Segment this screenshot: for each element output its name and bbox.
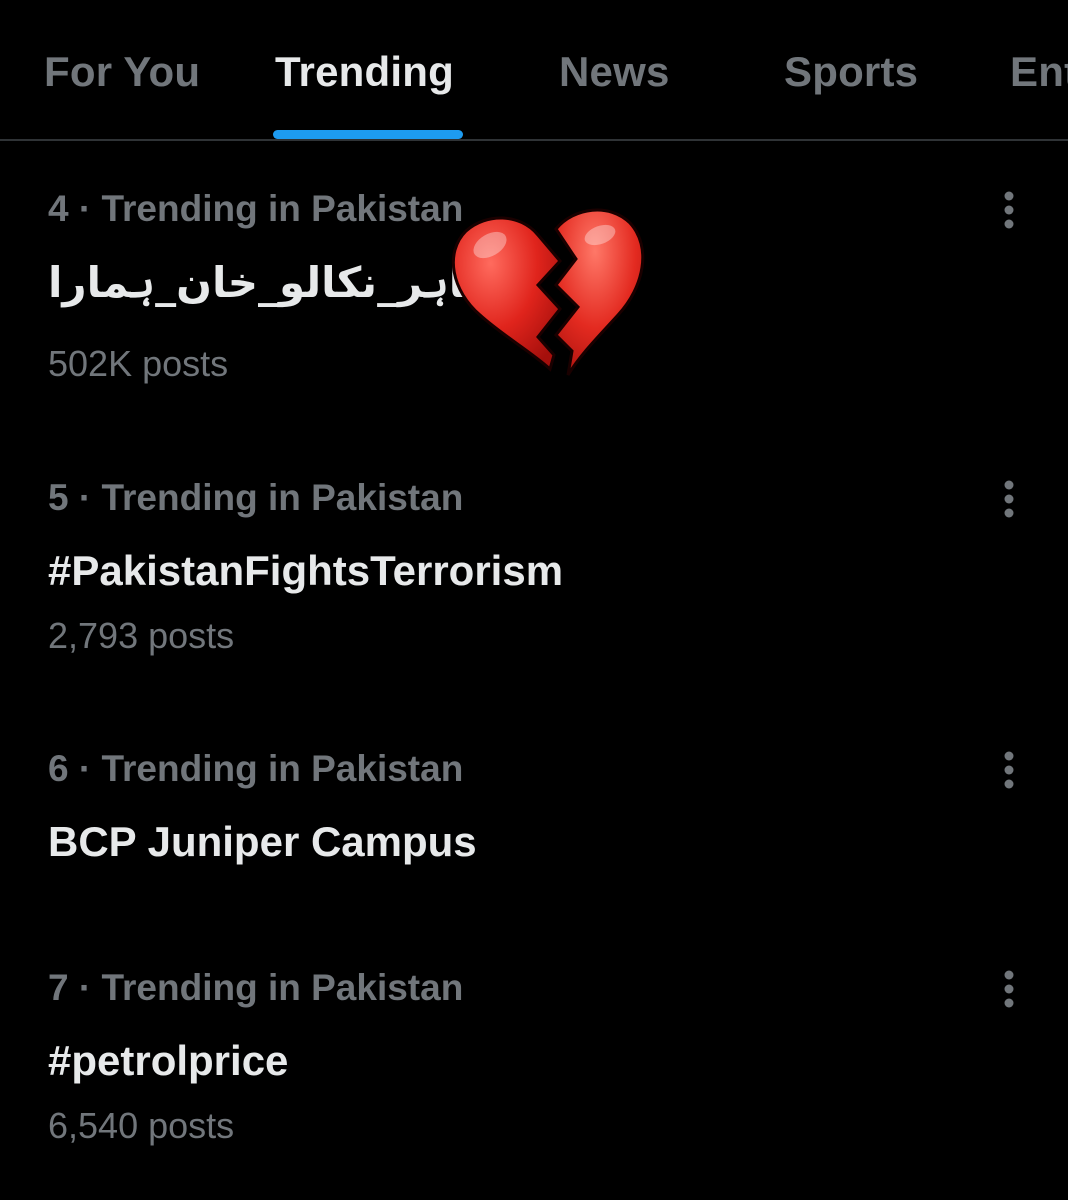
trend-post-count: 2,793 posts <box>48 615 235 656</box>
trend-topic: #petrolprice <box>48 1037 289 1084</box>
trend-item[interactable]: 5 · Trending in Pakistan #PakistanFights… <box>0 477 1068 667</box>
tab-entertainment[interactable]: Ent <box>1010 48 1068 96</box>
tab-news[interactable]: News <box>559 48 670 96</box>
more-vertical-icon[interactable] <box>990 969 1028 1009</box>
active-tab-indicator <box>273 130 463 139</box>
trend-post-count: 6,540 posts <box>48 1105 235 1146</box>
trend-topic: #باہر_نکالو_خان_ہمارا <box>48 258 516 307</box>
trend-meta: 5 · Trending in Pakistan <box>48 477 464 518</box>
more-vertical-icon[interactable] <box>990 479 1028 519</box>
tab-for-you[interactable]: For You <box>44 48 200 96</box>
trend-topic: BCP Juniper Campus <box>48 818 477 865</box>
broken-heart-icon <box>451 208 645 376</box>
tab-sports[interactable]: Sports <box>784 48 918 96</box>
trend-item[interactable]: 7 · Trending in Pakistan #petrolprice 6,… <box>0 967 1068 1157</box>
trend-item[interactable]: 6 · Trending in Pakistan BCP Juniper Cam… <box>0 748 1068 898</box>
trend-topic: #PakistanFightsTerrorism <box>48 547 564 594</box>
trend-post-count: 502K posts <box>48 343 229 384</box>
trend-meta: 6 · Trending in Pakistan <box>48 748 464 789</box>
trend-meta: 7 · Trending in Pakistan <box>48 967 464 1008</box>
trend-meta: 4 · Trending in Pakistan <box>48 188 464 229</box>
tab-trending[interactable]: Trending <box>275 48 454 96</box>
explore-screen: For You Trending News Sports Ent 4 · Tre… <box>0 0 1068 1200</box>
more-vertical-icon[interactable] <box>990 190 1028 230</box>
more-vertical-icon[interactable] <box>990 750 1028 790</box>
explore-tab-bar: For You Trending News Sports Ent <box>0 0 1068 141</box>
